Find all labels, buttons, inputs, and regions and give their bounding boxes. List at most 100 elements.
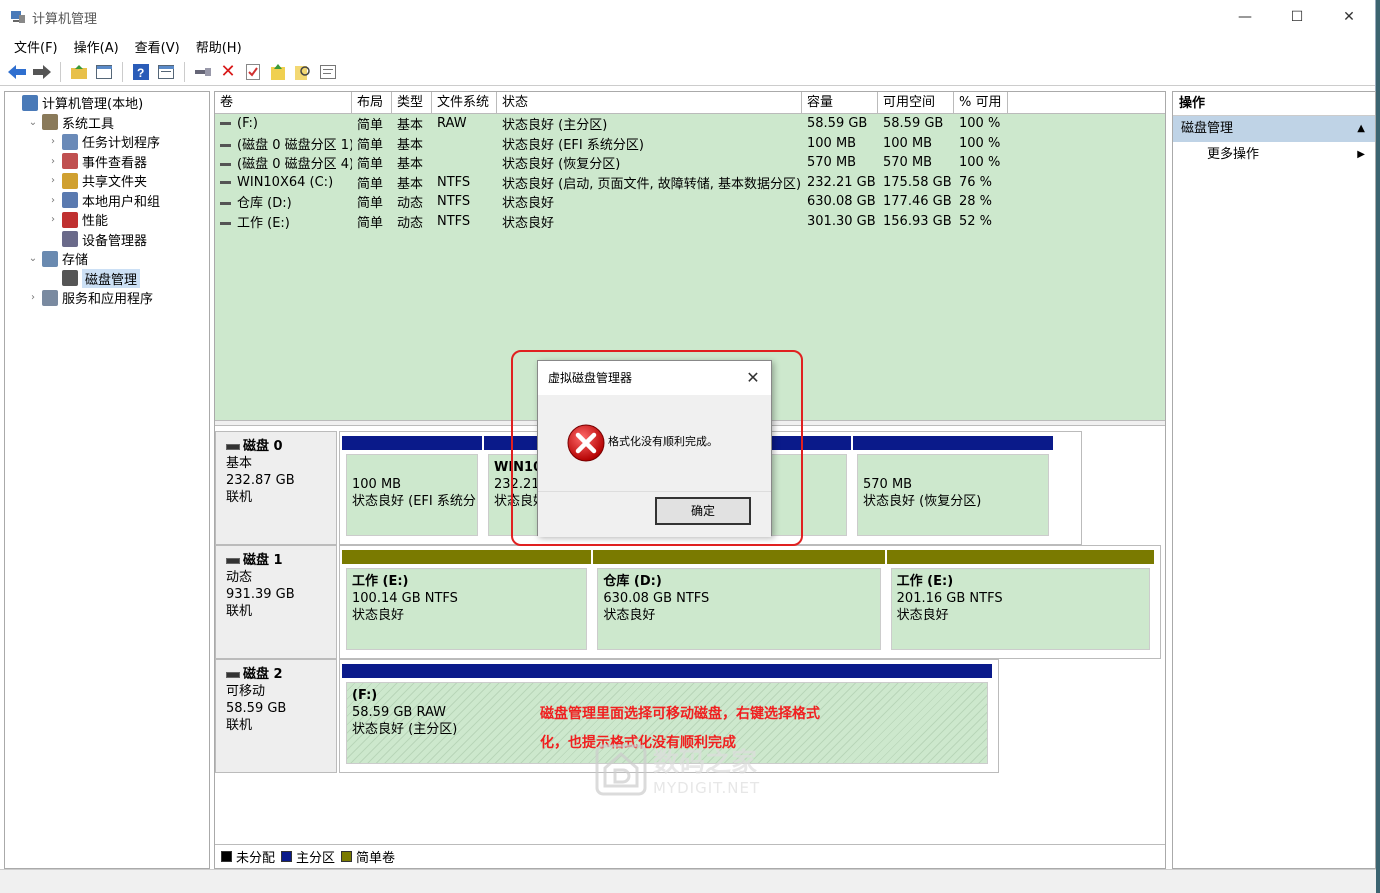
column-header[interactable]: % 可用 [954,92,1008,113]
partition-type-bar [853,436,1053,450]
help-icon[interactable]: ? [130,61,152,83]
tree-item-label: 共享文件夹 [82,175,148,191]
volume-cell: 状态良好 [502,196,555,212]
column-header[interactable]: 状态 [497,92,802,113]
tree-item[interactable]: › 任务计划程序 [5,132,209,152]
volume-cell: NTFS [437,174,471,190]
actions-section-disk-management[interactable]: 磁盘管理 ▲ [1173,116,1375,142]
maximize-button[interactable]: ☐ [1271,0,1323,34]
partition[interactable]: 100 MB 状态良好 (EFI 系统分区) [342,436,482,540]
menu-help[interactable]: 帮助(H) [188,37,250,56]
computer-management-icon [11,11,25,23]
tree-item[interactable]: › 事件查看器 [5,152,209,172]
tree-item[interactable]: 计算机管理(本地) [5,93,209,113]
partition-line2: 状态良好 [896,608,949,623]
volume-row[interactable]: 工作 (E:) 简单 动态 NTFS 状态良好 301.30 GB 156.93 GB 52 … [215,212,1165,232]
collapse-arrow-icon[interactable]: › [47,214,59,225]
disk-icon [226,443,240,450]
column-header[interactable]: 卷 [215,92,352,113]
forward-icon[interactable] [31,61,53,83]
legend-label: 简单卷 [356,851,396,866]
column-header[interactable]: 布局 [352,92,392,113]
menu-file[interactable]: 文件(F) [6,37,66,56]
properties-icon[interactable] [317,61,339,83]
menu-action[interactable]: 操作(A) [66,37,127,56]
volume-name: 工作 (E:) [237,215,290,231]
volume-row[interactable]: (磁盘 0 磁盘分区 4) 简单 基本 状态良好 (恢复分区) 570 MB 570 MB… [215,153,1165,173]
disk-info[interactable]: 磁盘 2 可移动 58.59 GB 联机 [215,659,337,773]
expand-arrow-icon[interactable]: ⌄ [27,117,39,128]
collapse-arrow-icon[interactable]: › [47,136,59,147]
disk-info[interactable]: 磁盘 1 动态 931.39 GB 联机 [215,545,337,659]
disk-name-label: 磁盘 1 [243,553,283,568]
volume-name: 仓库 (D:) [237,196,292,212]
column-header[interactable]: 可用空间 [878,92,954,113]
partition-type-bar [593,550,885,564]
collapse-arrow-icon[interactable]: ▲ [1357,116,1365,142]
volume-cell: 状态良好 [502,215,555,231]
computer-icon [22,94,38,111]
tree-item[interactable]: › 性能 [5,210,209,230]
import-icon[interactable] [267,61,289,83]
back-icon[interactable] [6,61,28,83]
view-icon[interactable] [155,61,177,83]
column-header[interactable]: 容量 [802,92,878,113]
tree-item[interactable]: › 共享文件夹 [5,171,209,191]
services-icon [42,289,58,306]
up-folder-icon[interactable] [68,61,90,83]
volume-cell: 简单 [357,157,384,173]
partition[interactable]: 仓库 (D:) 630.08 GB NTFS 状态良好 [593,550,885,654]
tree-item[interactable]: ⌄ 存储 [5,249,209,269]
collapse-arrow-icon[interactable]: › [47,195,59,206]
disk-name: 磁盘 2 [226,666,336,683]
close-window-button[interactable]: ✕ [1323,0,1375,34]
volume-cell: 基本 [397,118,424,134]
column-header[interactable]: 文件系统 [432,92,497,113]
column-header[interactable]: 类型 [392,92,432,113]
volume-icon [220,163,231,167]
volume-list-header: 卷布局 类型 文件系统 状态 容量 可用空间% 可用 [215,92,1165,114]
disk-icon [226,557,240,564]
volume-cell: 301.30 GB [807,213,876,229]
delete-icon[interactable]: ✕ [217,61,239,83]
partition-type-bar [886,550,1154,564]
partition-line2: 状态良好 [352,608,405,623]
partition-title: 仓库 (D:) [603,574,662,589]
volume-row[interactable]: WIN10X64 (C:) 简单 基本 NTFS 状态良好 (启动, 页面文件, 故障转… [215,173,1165,193]
watermark-subtext: MYDIGIT.NET [653,779,761,797]
menu-view[interactable]: 查看(V) [127,37,188,56]
tree-item[interactable]: ⌄ 系统工具 [5,113,209,133]
volume-row[interactable]: (磁盘 0 磁盘分区 1) 简单 基本 状态良好 (EFI 系统分区) 100 MB 10… [215,134,1165,154]
expand-arrow-icon[interactable]: ⌄ [27,253,39,264]
volume-row[interactable]: 仓库 (D:) 简单 动态 NTFS 状态良好 630.08 GB 177.46 GB 28 … [215,192,1165,212]
disk-type: 可移动 [226,684,266,699]
partition[interactable]: 工作 (E:) 100.14 GB NTFS 状态良好 [342,550,592,654]
minimize-button[interactable]: — [1219,0,1271,34]
volume-cell: 基本 [397,176,424,192]
actions-header: 操作 [1173,92,1375,116]
collapse-arrow-icon[interactable]: › [47,156,59,167]
performance-icon [62,211,78,228]
tree-item[interactable]: › 服务和应用程序 [5,288,209,308]
collapse-arrow-icon[interactable]: › [47,175,59,186]
show-tree-icon[interactable] [93,61,115,83]
search-icon[interactable] [292,61,314,83]
check-icon[interactable] [242,61,264,83]
connect-icon[interactable] [192,61,214,83]
tree-item[interactable]: 磁盘管理 [5,268,209,289]
volume-row[interactable]: (F:) 简单 基本 RAW 状态良好 (主分区) 58.59 GB 58.59 GB 100… [215,114,1165,134]
partition-line1: 100.14 GB NTFS [352,591,458,606]
collapse-arrow-icon[interactable]: › [27,292,39,303]
disk-type: 基本 [226,456,253,471]
partition[interactable]: 570 MB 状态良好 (恢复分区) [853,436,1053,540]
tree-item[interactable]: › 本地用户和组 [5,191,209,211]
disk-info[interactable]: 磁盘 0 基本 232.87 GB 联机 [215,431,337,545]
volume-icon [220,122,231,126]
tree-item-label: 性能 [82,214,109,230]
disk-row[interactable]: 磁盘 1 动态 931.39 GB 联机 工作 (E:) 100.14 GB NTFS 状态… [215,545,1165,659]
partition-line2: 状态良好 (恢复分区) [863,494,982,509]
tree-item[interactable]: 设备管理器 [5,230,209,250]
partition[interactable]: 工作 (E:) 201.16 GB NTFS 状态良好 [886,550,1154,654]
more-actions-item[interactable]: 更多操作 ▶ [1173,142,1375,168]
volume-icon [220,202,231,206]
